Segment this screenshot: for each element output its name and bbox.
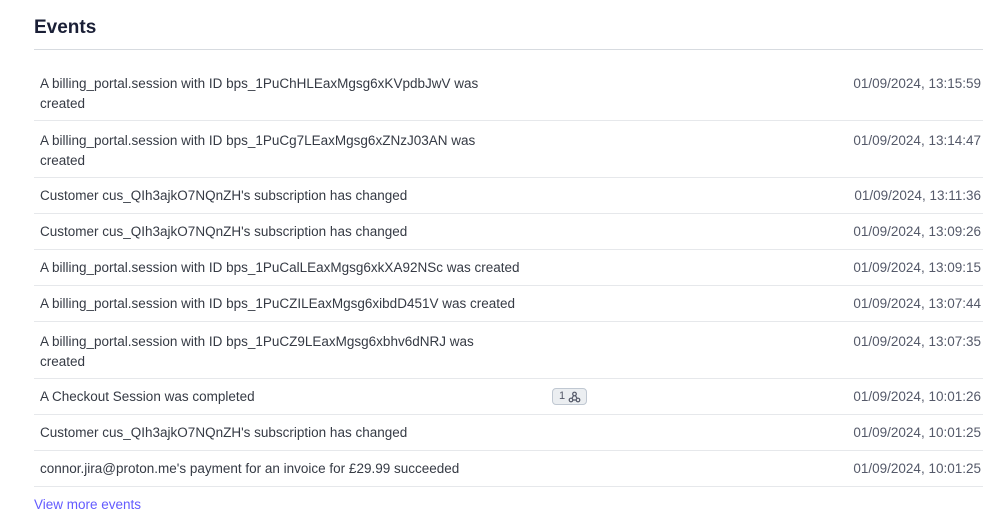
event-description: A billing_portal.session with ID bps_1Pu…: [40, 76, 479, 111]
event-timestamp: 01/09/2024, 13:07:35: [853, 334, 981, 349]
event-description: connor.jira@proton.me's payment for an i…: [40, 461, 460, 476]
section-title: Events: [34, 0, 983, 50]
event-row[interactable]: A billing_portal.session with ID bps_1Pu…: [34, 121, 983, 178]
event-row[interactable]: A billing_portal.session with ID bps_1Pu…: [34, 64, 983, 121]
event-description: A billing_portal.session with ID bps_1Pu…: [40, 334, 474, 369]
event-timestamp: 01/09/2024, 13:09:15: [853, 260, 981, 275]
webhook-count-badge[interactable]: 1: [552, 388, 588, 405]
event-timestamp: 01/09/2024, 10:01:25: [853, 425, 981, 440]
event-row[interactable]: A billing_portal.session with ID bps_1Pu…: [34, 322, 983, 379]
webhook-count: 1: [559, 390, 566, 402]
event-timestamp: 01/09/2024, 13:11:36: [854, 188, 981, 203]
event-description: A Checkout Session was completed: [40, 389, 255, 404]
event-timestamp: 01/09/2024, 13:15:59: [853, 76, 981, 91]
event-timestamp: 01/09/2024, 13:07:44: [853, 296, 981, 311]
view-more-events-link[interactable]: View more events: [34, 497, 141, 512]
event-row[interactable]: Customer cus_QIh3ajkO7NQnZH's subscripti…: [34, 415, 983, 451]
event-description: Customer cus_QIh3ajkO7NQnZH's subscripti…: [40, 425, 408, 440]
events-list: A billing_portal.session with ID bps_1Pu…: [34, 64, 983, 487]
event-description: Customer cus_QIh3ajkO7NQnZH's subscripti…: [40, 224, 408, 239]
event-timestamp: 01/09/2024, 13:14:47: [853, 133, 981, 148]
event-description: A billing_portal.session with ID bps_1Pu…: [40, 133, 476, 168]
webhook-icon: [568, 391, 581, 402]
events-section: Events A billing_portal.session with ID …: [34, 0, 983, 514]
event-row[interactable]: Customer cus_QIh3ajkO7NQnZH's subscripti…: [34, 178, 983, 214]
event-row[interactable]: Customer cus_QIh3ajkO7NQnZH's subscripti…: [34, 214, 983, 250]
event-row[interactable]: A Checkout Session was completed 1 01/09…: [34, 379, 983, 415]
event-description: Customer cus_QIh3ajkO7NQnZH's subscripti…: [40, 188, 408, 203]
event-timestamp: 01/09/2024, 10:01:26: [853, 389, 981, 404]
event-row[interactable]: A billing_portal.session with ID bps_1Pu…: [34, 250, 983, 286]
event-description: A billing_portal.session with ID bps_1Pu…: [40, 296, 516, 311]
event-timestamp: 01/09/2024, 13:09:26: [853, 224, 981, 239]
event-timestamp: 01/09/2024, 10:01:25: [853, 461, 981, 476]
event-row[interactable]: connor.jira@proton.me's payment for an i…: [34, 451, 983, 487]
event-description: A billing_portal.session with ID bps_1Pu…: [40, 260, 520, 275]
event-row[interactable]: A billing_portal.session with ID bps_1Pu…: [34, 286, 983, 322]
